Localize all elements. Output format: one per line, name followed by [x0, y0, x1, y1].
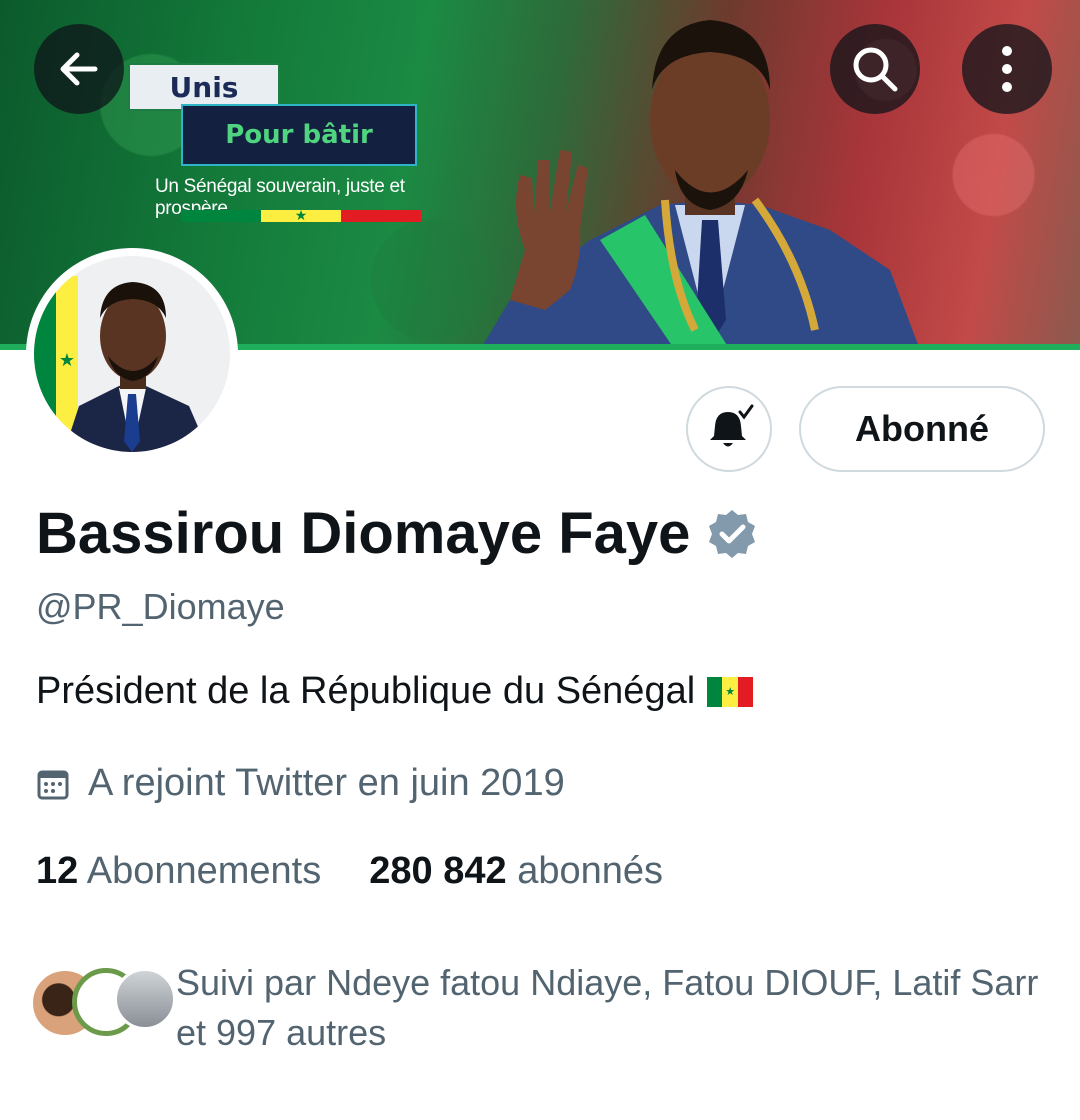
followers-link[interactable]: 280 842 abonnés [369, 850, 663, 893]
banner-flag-stripe: ★ [181, 207, 421, 223]
back-button[interactable] [34, 24, 124, 114]
profile-name-row: Bassirou Diomaye Faye [36, 500, 758, 567]
joined-text: A rejoint Twitter en juin 2019 [88, 762, 565, 804]
arrow-left-icon [60, 52, 98, 86]
search-icon [853, 47, 898, 92]
svg-text:★: ★ [59, 350, 75, 370]
more-options-button[interactable] [962, 24, 1052, 114]
profile-bio: Président de la République du Sénégal ★ [36, 670, 754, 713]
profile-handle: @PR_Diomaye [36, 586, 285, 627]
notifications-toggle-button[interactable] [686, 386, 772, 472]
bell-check-icon [710, 404, 754, 447]
followed-by-row[interactable]: Suivi par Ndeye fatou Ndiaye, Fatou DIOU… [30, 962, 1050, 1058]
follower-avatar [114, 968, 176, 1030]
following-button[interactable]: Abonné [799, 386, 1045, 472]
followed-by-text: Suivi par Ndeye fatou Ndiaye, Fatou DIOU… [176, 962, 1039, 1053]
following-label: Abonnements [86, 850, 322, 892]
joined-date: A rejoint Twitter en juin 2019 [36, 762, 565, 805]
followers-count: 280 842 [369, 850, 507, 892]
more-vertical-icon [1002, 46, 1012, 92]
followed-by-avatars [30, 962, 176, 1038]
banner-slogan-batir: Pour bâtir [181, 104, 417, 166]
following-count: 12 [36, 850, 79, 892]
calendar-icon [37, 770, 69, 799]
profile-avatar[interactable]: ★ [26, 248, 238, 460]
avatar-photo: ★ [34, 256, 230, 452]
verified-badge-icon[interactable] [706, 508, 758, 560]
followers-label: abonnés [517, 850, 663, 892]
follow-stats: 12 Abonnements 280 842 abonnés [36, 850, 663, 893]
profile-name: Bassirou Diomaye Faye [36, 501, 691, 566]
senegal-flag-icon: ★ [707, 676, 754, 707]
following-link[interactable]: 12 Abonnements [36, 850, 321, 893]
bio-text: Président de la République du Sénégal [36, 670, 696, 712]
search-button[interactable] [830, 24, 920, 114]
